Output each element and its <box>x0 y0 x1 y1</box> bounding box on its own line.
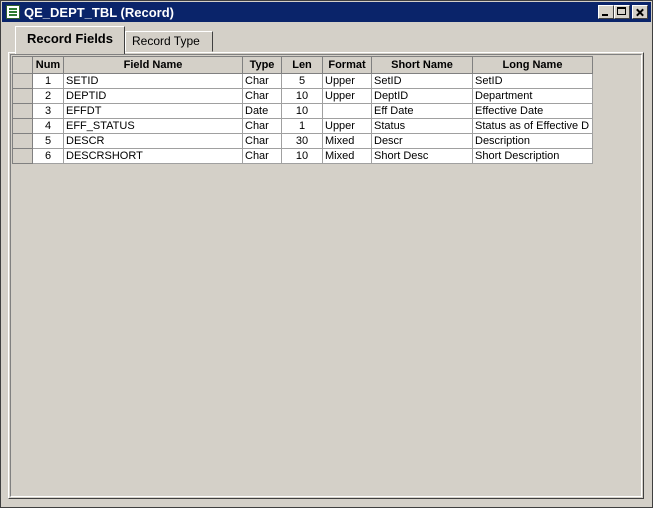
cell-len: 1 <box>281 118 323 134</box>
cell-type: Char <box>242 73 282 89</box>
cell-field-name: EFF_STATUS <box>63 118 243 134</box>
cell-short-name: Eff Date <box>371 103 473 119</box>
column-header-type[interactable]: Type <box>242 56 282 74</box>
cell-short-name: Descr <box>371 133 473 149</box>
cell-num: 1 <box>32 73 64 89</box>
cell-format: Mixed <box>322 133 372 149</box>
cell-short-name: Status <box>371 118 473 134</box>
table-row[interactable]: 3 EFFDT Date 10 Eff Date Effective Date <box>12 103 593 119</box>
row-selector[interactable] <box>12 133 33 149</box>
cell-format: Upper <box>322 73 372 89</box>
cell-long-name: Status as of Effective D <box>472 118 593 134</box>
row-selector-header[interactable] <box>12 56 33 74</box>
column-header-format[interactable]: Format <box>322 56 372 74</box>
record-fields-grid: Num Field Name Type Len Format Short Nam… <box>10 54 642 497</box>
tab-record-type[interactable]: Record Type <box>125 31 213 52</box>
cell-len: 5 <box>281 73 323 89</box>
column-header-long-name[interactable]: Long Name <box>472 56 593 74</box>
column-header-field-name[interactable]: Field Name <box>63 56 243 74</box>
row-selector[interactable] <box>12 118 33 134</box>
cell-field-name: EFFDT <box>63 103 243 119</box>
cell-long-name: Department <box>472 88 593 104</box>
cell-num: 2 <box>32 88 64 104</box>
row-selector[interactable] <box>12 103 33 119</box>
cell-short-name: DeptID <box>371 88 473 104</box>
cell-format: Mixed <box>322 148 372 164</box>
cell-len: 30 <box>281 133 323 149</box>
window-title: QE_DEPT_TBL (Record) <box>24 4 175 20</box>
cell-field-name: SETID <box>63 73 243 89</box>
cell-len: 10 <box>281 148 323 164</box>
cell-type: Char <box>242 133 282 149</box>
table-row[interactable]: 5 DESCR Char 30 Mixed Descr Description <box>12 133 593 149</box>
row-selector[interactable] <box>12 148 33 164</box>
column-header-num[interactable]: Num <box>32 56 64 74</box>
table-row[interactable]: 1 SETID Char 5 Upper SetID SetID <box>12 73 593 89</box>
close-button[interactable] <box>632 5 648 19</box>
cell-num: 4 <box>32 118 64 134</box>
column-header-short-name[interactable]: Short Name <box>371 56 473 74</box>
cell-format: Upper <box>322 118 372 134</box>
cell-long-name: Description <box>472 133 593 149</box>
cell-field-name: DESCR <box>63 133 243 149</box>
cell-long-name: Short Description <box>472 148 593 164</box>
row-selector[interactable] <box>12 88 33 104</box>
cell-short-name: SetID <box>371 73 473 89</box>
cell-num: 3 <box>32 103 64 119</box>
cell-type: Date <box>242 103 282 119</box>
row-selector[interactable] <box>12 73 33 89</box>
cell-len: 10 <box>281 88 323 104</box>
cell-num: 5 <box>32 133 64 149</box>
window-controls <box>598 5 648 19</box>
cell-short-name: Short Desc <box>371 148 473 164</box>
cell-num: 6 <box>32 148 64 164</box>
fields-table: Num Field Name Type Len Format Short Nam… <box>12 56 593 164</box>
title-bar[interactable]: QE_DEPT_TBL (Record) <box>2 2 651 22</box>
table-row[interactable]: 2 DEPTID Char 10 Upper DeptID Department <box>12 88 593 104</box>
header-row: Num Field Name Type Len Format Short Nam… <box>12 56 593 74</box>
cell-format <box>322 103 372 119</box>
cell-type: Char <box>242 148 282 164</box>
tab-record-fields[interactable]: Record Fields <box>15 26 125 54</box>
cell-long-name: SetID <box>472 73 593 89</box>
cell-field-name: DEPTID <box>63 88 243 104</box>
record-window: QE_DEPT_TBL (Record) Record Fields Recor… <box>0 0 653 508</box>
maximize-button[interactable] <box>614 5 630 19</box>
record-icon <box>6 5 20 19</box>
cell-type: Char <box>242 118 282 134</box>
cell-len: 10 <box>281 103 323 119</box>
cell-long-name: Effective Date <box>472 103 593 119</box>
cell-format: Upper <box>322 88 372 104</box>
minimize-button[interactable] <box>598 5 614 19</box>
cell-field-name: DESCRSHORT <box>63 148 243 164</box>
table-row[interactable]: 6 DESCRSHORT Char 10 Mixed Short Desc Sh… <box>12 148 593 164</box>
cell-type: Char <box>242 88 282 104</box>
table-row[interactable]: 4 EFF_STATUS Char 1 Upper Status Status … <box>12 118 593 134</box>
column-header-len[interactable]: Len <box>281 56 323 74</box>
